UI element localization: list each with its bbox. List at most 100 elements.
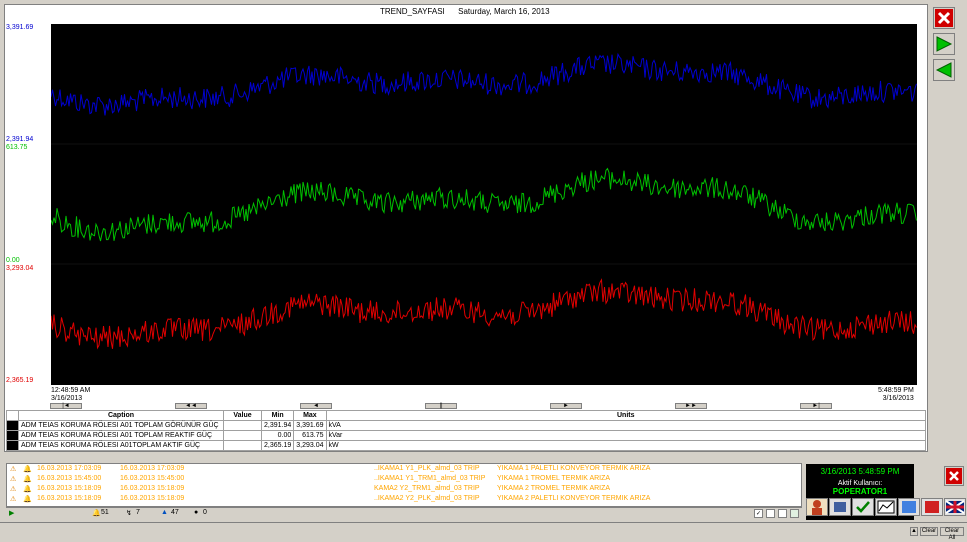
alarm-time: 16.03.2013 15:18:09 [37,495,102,502]
legend-value [223,420,262,431]
alarm-time: 16.03.2013 17:03:09 [120,465,185,472]
alarm-list[interactable]: ⚠ 🔔 16.03.2013 17:03:09 16.03.2013 17:03… [6,463,802,507]
trend-button[interactable] [875,498,897,516]
active-user-name: POPERATOR1 [832,487,888,496]
user-panel-close-button[interactable] [944,466,964,486]
warning-icon: ⚠ [10,476,17,483]
nav-back-button[interactable]: ◄ [300,403,332,409]
alarm-row[interactable]: ⚠ 🔔 16.03.2013 15:18:09 16.03.2013 15:18… [7,484,801,494]
red-axis-min: 2,365.19 [6,377,34,384]
nav-fast-forward-button[interactable]: ►► [675,403,707,409]
legend-value [223,430,262,441]
legend-max: 3,391.69 [293,420,327,431]
ack-icon: ↯ [126,510,132,517]
alarm-tag: ..IKAMA1 Y1_PLK_almd_03 TRIP [374,465,480,472]
exit-icon [925,501,939,513]
legend-caption: ADM TEIAS KORUMA RÖLESI A01 TOPLAM GÖRÜN… [18,420,224,431]
alarm-tag: KAMA2 Y2_TRM1_almd_03 TRIP [374,485,480,492]
alarm-description: YIKAMA 1 PALETLI KONVEYOR TERMIK ARIZA [497,465,651,472]
alarm-count-active: 51 [101,509,109,516]
legend-unit: kVar [325,430,926,441]
bell-icon: 🔔 [23,476,32,483]
alarm-row[interactable]: ⚠ 🔔 16.03.2013 17:03:09 16.03.2013 17:03… [7,464,801,474]
refresh-icon[interactable] [790,509,799,518]
settings-icon [834,502,846,512]
warning-icon: ⚠ [10,486,17,493]
alarm-row[interactable]: ⚠ 🔔 16.03.2013 15:18:09 16.03.2013 15:18… [7,494,801,504]
nav-pause-button[interactable]: || [425,403,457,409]
end-time-label: 5:48:59 PM 3/16/2013 [878,387,914,402]
chart-icon [877,500,895,514]
alarm-description: YIKAMA 2 PALETLI KONVEYOR TERMIK ARIZA [497,495,651,502]
legend-table: Caption Value Min Max Units ADM TEIAS KO… [6,410,926,451]
green-axis-min: 0.00 [6,257,20,264]
bell-icon: 🔔 [23,466,32,473]
circle-icon: ● [194,509,199,516]
alarm-status-bar: ▶ 🔔 51 ↯ 7 ▲ 47 ● 0 ✓ [6,507,802,518]
legend-min: 2,365.19 [260,440,295,451]
legend-row[interactable]: ADM TEIAS KORUMA RÖLESI A01 TOPLAM REAKT… [6,430,926,441]
arrow-right-icon [936,36,953,52]
uk-flag-icon [945,500,965,514]
legend-caption: ADM TEIAS KORUMA RÖLESI A01 TOPLAM REAKT… [18,430,224,441]
confirm-button[interactable] [852,498,874,516]
legend-max: 613.75 [293,430,327,441]
nav-first-button[interactable]: |◄ [50,403,82,409]
series-swatch [6,420,19,431]
alarm-time: 16.03.2013 17:03:09 [37,465,102,472]
series-swatch [6,440,19,451]
report-icon [902,501,916,513]
legend-unit: kW [325,440,926,451]
alarm-description: YIKAMA 2 TROMEL TERMIK ARIZA [497,485,611,492]
current-datetime: 3/16/2013 5:48:59 PM [820,467,900,476]
alarm-count-total: 47 [171,509,179,516]
flag-icon: ▶ [9,510,15,517]
alarm-time: 16.03.2013 15:45:00 [120,475,185,482]
trend-chart [50,52,917,350]
exit-button[interactable] [921,498,943,516]
series-line-active-power [50,278,917,350]
nav-last-button[interactable]: ►| [800,403,832,409]
alarm-time: 16.03.2013 15:45:00 [37,475,102,482]
legend-row[interactable]: ADM TEIAS KORUMA RÖLESI A01TOPLAM AKTIF … [6,440,926,451]
check-icon [856,501,870,513]
clear-all-button[interactable]: Clear All [940,527,964,541]
start-time-label: 12:48:59 AM 3/16/2013 [51,387,91,402]
check-icon[interactable]: ✓ [754,509,763,518]
next-page-button[interactable] [933,33,955,55]
filter-icon[interactable] [766,509,775,518]
bell-icon: 🔔 [23,486,32,493]
alarm-tag: ..IKAMA1 Y1_TRM1_almd_03 TRIP [374,475,486,482]
trend-plot[interactable] [50,24,917,385]
legend-header-row: Caption Value Min Max Units [6,410,926,421]
scroll-up-button[interactable]: ▲ [910,527,918,536]
bell-icon: 🔔 [23,496,32,503]
series-line-apparent-power [50,52,917,116]
red-axis-max: 3,293.04 [6,265,34,272]
green-axis-max: 613.75 [6,144,28,151]
prev-page-button[interactable] [933,59,955,81]
close-icon [935,9,953,27]
legend-value [223,440,262,451]
settings-button[interactable] [829,498,851,516]
user-button[interactable] [806,498,828,516]
nav-forward-button[interactable]: ► [550,403,582,409]
alarm-time: 16.03.2013 15:18:09 [120,495,185,502]
bottom-bar [0,522,967,542]
nav-fast-back-button[interactable]: ◄◄ [175,403,207,409]
legend-max: 3,293.04 [293,440,327,451]
print-icon[interactable] [778,509,787,518]
legend-unit: kVA [325,420,926,431]
clear-button[interactable]: Clear [920,527,938,536]
col-max: Max [293,410,327,421]
legend-row[interactable]: ADM TEIAS KORUMA RÖLESI A01 TOPLAM GÖRÜN… [6,420,926,431]
alarm-time: 16.03.2013 15:18:09 [120,485,185,492]
language-button[interactable] [944,498,966,516]
report-button[interactable] [898,498,920,516]
alarm-row[interactable]: ⚠ 🔔 16.03.2013 15:45:00 16.03.2013 15:45… [7,474,801,484]
warning-icon: ⚠ [10,496,17,503]
blue-axis-max: 3,391.69 [6,24,34,31]
col-units: Units [325,410,926,421]
active-user-label: Aktif Kullanıcı: [837,480,883,487]
close-button[interactable] [933,7,955,29]
